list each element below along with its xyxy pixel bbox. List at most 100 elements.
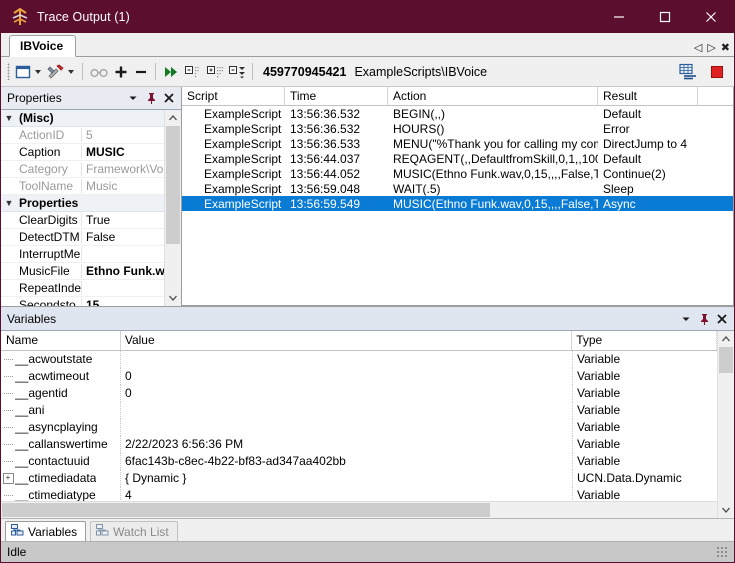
collapse-level-icon[interactable] (226, 60, 248, 83)
properties-pin-icon[interactable] (143, 90, 159, 106)
scroll-up-icon[interactable] (718, 331, 734, 347)
property-row[interactable]: ToolName Music (1, 178, 164, 195)
tab-close-icon[interactable]: ✖ (721, 43, 730, 54)
table-row[interactable]: ExampleScript 13:56:36.532 BEGIN(,,) Def… (182, 106, 733, 121)
table-row[interactable]: ExampleScript 13:56:44.037 REQAGENT(,,De… (182, 151, 733, 166)
column-header-action[interactable]: Action (388, 87, 598, 105)
property-row[interactable]: ClearDigits True (1, 212, 164, 229)
property-row[interactable]: Category Framework\Voic (1, 161, 164, 178)
chevron-down-icon[interactable]: ▼ (1, 113, 17, 123)
list-item[interactable]: +__ctimediadata { Dynamic } UCN.Data.Dyn… (1, 470, 717, 487)
list-item[interactable]: __acwtimeout 0 Variable (1, 368, 717, 385)
property-value[interactable]: True (82, 213, 164, 227)
scroll-down-icon[interactable] (165, 290, 181, 306)
column-header-type[interactable]: Type (572, 331, 717, 350)
run-button[interactable] (160, 60, 182, 83)
column-header-name[interactable]: Name (1, 331, 121, 350)
variables-menu-button[interactable] (678, 311, 694, 327)
tab-next-icon[interactable]: ▷ (707, 43, 715, 54)
properties-scroll-thumb[interactable] (166, 126, 180, 244)
property-row[interactable]: InterruptMe (1, 246, 164, 263)
property-value[interactable]: Ethno Funk.w (82, 264, 164, 278)
properties-menu-button[interactable] (125, 90, 141, 106)
property-value[interactable]: Music (82, 179, 164, 193)
tab-prev-icon[interactable]: ◁ (694, 43, 702, 54)
column-header-script[interactable]: Script (182, 87, 285, 105)
properties-close-icon[interactable] (161, 90, 177, 106)
property-row[interactable]: DetectDTM False (1, 229, 164, 246)
maximize-button[interactable] (642, 1, 688, 33)
tab-watch-list-label: Watch List (113, 525, 169, 539)
property-row[interactable]: Secondsto 15 (1, 297, 164, 306)
variables-scroll-track[interactable] (718, 347, 734, 502)
property-value[interactable]: 5 (82, 128, 164, 142)
properties-pane: Properties ▼ (Mi (1, 87, 182, 306)
property-row[interactable]: MusicFile Ethno Funk.w (1, 263, 164, 280)
table-row[interactable]: ExampleScript 13:56:36.533 MENU("%Thank … (182, 136, 733, 151)
grid-view-icon[interactable] (677, 60, 700, 83)
variable-name: __ctimediadata (15, 470, 96, 487)
variables-hscroll-thumb[interactable] (2, 503, 490, 517)
close-button[interactable] (688, 1, 734, 33)
cell-script: ExampleScript (182, 182, 285, 196)
column-header-value[interactable]: Value (121, 331, 572, 350)
cell-time: 13:56:36.532 (285, 107, 388, 121)
properties-scroll-track[interactable] (165, 126, 181, 290)
property-row[interactable]: ActionID 5 (1, 127, 164, 144)
add-button[interactable] (111, 60, 131, 83)
cell-type: Variable (573, 402, 717, 419)
properties-title: Properties (7, 91, 123, 105)
scroll-up-icon[interactable] (165, 110, 181, 126)
table-row-selected[interactable]: ExampleScript 13:56:59.549 MUSIC(Ethno F… (182, 196, 733, 211)
collapse-all-icon[interactable] (182, 60, 204, 83)
column-header-time[interactable]: Time (285, 87, 388, 105)
property-row[interactable]: RepeatInde (1, 280, 164, 297)
toolbar-grip[interactable] (7, 63, 10, 80)
list-item[interactable]: __acwoutstate Variable (1, 351, 717, 368)
list-item[interactable]: __asyncplaying Variable (1, 419, 717, 436)
cell-value: 4 (121, 487, 573, 501)
table-row[interactable]: ExampleScript 13:56:44.052 MUSIC(Ethno F… (182, 166, 733, 181)
minimize-button[interactable] (596, 1, 642, 33)
properties-scrollbar[interactable] (164, 110, 181, 306)
properties-group-header[interactable]: ▼ Properties (1, 195, 164, 212)
tools-button-caret[interactable] (68, 70, 74, 74)
table-row[interactable]: ExampleScript 13:56:59.048 WAIT(.5) Slee… (182, 181, 733, 196)
table-row[interactable]: ExampleScript 13:56:36.532 HOURS() Error (182, 121, 733, 136)
expand-node-icon[interactable]: + (1, 473, 15, 484)
tab-ibvoice[interactable]: IBVoice (9, 35, 76, 57)
variables-scroll-thumb[interactable] (719, 347, 733, 373)
cell-action: BEGIN(,,) (388, 107, 598, 121)
property-value[interactable]: False (82, 230, 164, 244)
tab-watch-list[interactable]: Watch List (90, 521, 178, 541)
column-header-result[interactable]: Result (598, 87, 698, 105)
window-button[interactable] (13, 60, 45, 83)
variables-pane: Variables Name Value Type (1, 306, 734, 518)
property-value[interactable]: 15 (82, 298, 164, 306)
cell-name: __callanswertime (1, 436, 121, 453)
list-item[interactable]: __contactuuid 6fac143b-c8ec-4b22-bf83-ad… (1, 453, 717, 470)
property-value[interactable]: Framework\Voic (82, 162, 164, 176)
properties-group-header[interactable]: ▼ (Misc) (1, 110, 164, 127)
list-item[interactable]: __agentid 0 Variable (1, 385, 717, 402)
list-item[interactable]: __ani Variable (1, 402, 717, 419)
remove-button[interactable] (131, 60, 151, 83)
property-row[interactable]: Caption MUSIC (1, 144, 164, 161)
variables-close-icon[interactable] (714, 311, 730, 327)
inspect-button[interactable] (87, 60, 111, 83)
chevron-down-icon[interactable]: ▼ (1, 198, 17, 208)
variables-pin-icon[interactable] (696, 311, 712, 327)
expand-all-icon[interactable] (204, 60, 226, 83)
list-item[interactable]: __ctimediatype 4 Variable (1, 487, 717, 501)
variables-scrollbar[interactable] (717, 331, 734, 518)
tab-variables[interactable]: Variables (5, 521, 86, 541)
variables-hscrollbar[interactable] (1, 501, 717, 518)
property-value[interactable]: MUSIC (82, 145, 164, 159)
cell-result: Async (598, 197, 698, 211)
stop-icon[interactable] (708, 60, 726, 83)
resize-grip[interactable] (716, 546, 728, 558)
window-button-caret[interactable] (35, 70, 41, 74)
list-item[interactable]: __callanswertime 2/22/2023 6:56:36 PM Va… (1, 436, 717, 453)
scroll-down-icon[interactable] (718, 502, 734, 518)
tools-button[interactable] (45, 60, 78, 83)
